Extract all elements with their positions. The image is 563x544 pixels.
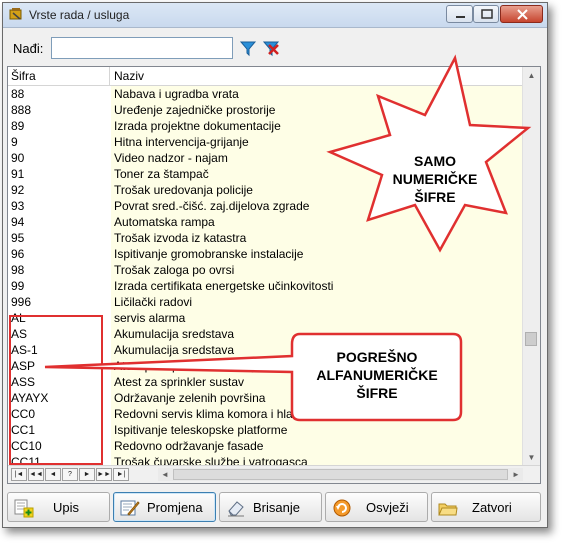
- alphanumeric-codes-annotation: POGREŠNO ALFANUMERIČKE ŠIFRE: [296, 348, 458, 402]
- alpha-annotation-line3: ŠIFRE: [356, 385, 398, 401]
- alpha-annotation-line2: ALFANUMERIČKE: [316, 367, 438, 383]
- alpha-annotation-line1: POGREŠNO: [336, 349, 418, 365]
- numeric-annotation-line2: NUMERIČKE: [392, 171, 478, 187]
- numeric-codes-annotation: SAMO NUMERIČKE ŠIFRE: [360, 152, 510, 206]
- annotation-callouts: [44, 54, 532, 422]
- numeric-annotation-line1: SAMO: [414, 153, 456, 169]
- numeric-annotation-line3: ŠIFRE: [414, 189, 456, 205]
